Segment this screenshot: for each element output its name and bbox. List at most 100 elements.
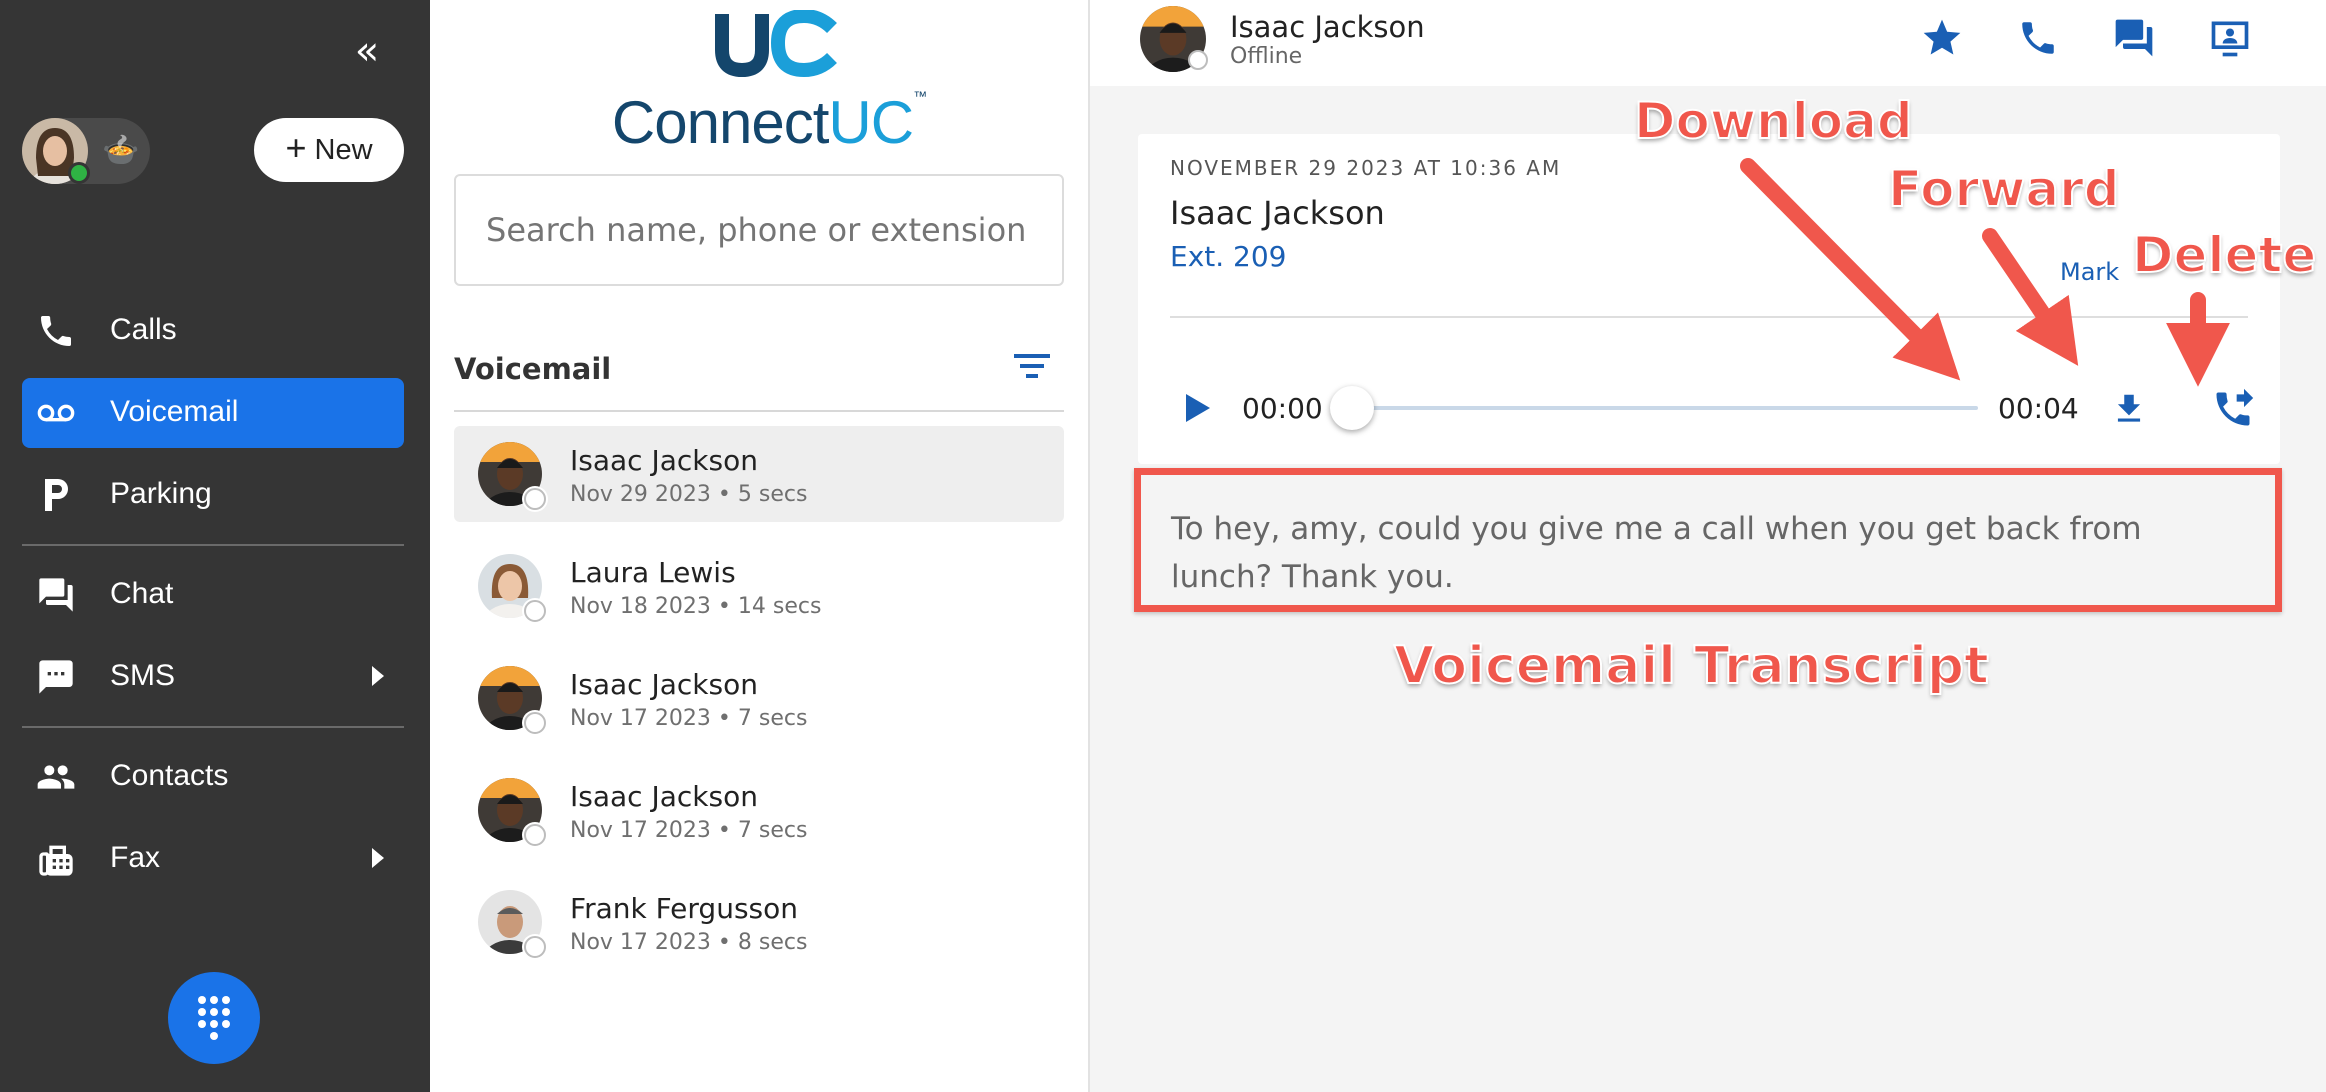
list-item[interactable]: Laura Lewis Nov 18 2023 • 14 secs — [454, 538, 1064, 634]
sidebar-item-label: Parking — [110, 477, 212, 510]
dialpad-button[interactable] — [168, 972, 260, 1064]
uc-logo-icon — [715, 8, 837, 78]
presence-status-dot — [524, 824, 546, 846]
annotation-download: Download — [1633, 91, 1914, 151]
screen-share-icon — [2211, 21, 2249, 57]
parking-icon — [36, 475, 76, 515]
brand-name-left: Connect — [611, 89, 829, 156]
presence-status-dot — [524, 712, 546, 734]
mark-button[interactable]: Mark — [2060, 258, 2119, 286]
submenu-arrow-icon — [372, 666, 384, 686]
brand-name-right: UC — [828, 89, 914, 156]
forward-button[interactable] — [2208, 384, 2258, 434]
voicemail-icon — [36, 393, 76, 433]
call-button[interactable] — [2012, 14, 2064, 62]
sidebar-item-parking[interactable]: Parking — [22, 460, 404, 530]
list-divider — [454, 410, 1064, 412]
brand-logo: ConnectUC™ — [604, 8, 934, 156]
sidebar-item-label: Fax — [110, 841, 161, 874]
submenu-arrow-icon — [372, 848, 384, 868]
sidebar-item-label: Contacts — [110, 759, 229, 792]
voicemail-list-panel: ConnectUC™ Voicemail Isaac Jackson Nov 2… — [430, 0, 1090, 1092]
list-item[interactable]: Isaac Jackson Nov 17 2023 • 7 secs — [454, 762, 1064, 858]
download-icon — [2117, 394, 2141, 422]
trademark-mark: ™ — [913, 88, 927, 104]
list-item-name: Isaac Jackson — [570, 444, 758, 477]
list-item-meta: Nov 17 2023 • 8 secs — [570, 930, 808, 955]
delete-button[interactable] — [2312, 384, 2326, 434]
presence-status-dot — [524, 488, 546, 510]
voicemail-extension-link[interactable]: Ext. 209 — [1170, 240, 1286, 273]
current-time: 00:00 — [1242, 392, 1323, 425]
chat-button[interactable] — [2108, 14, 2160, 62]
list-item-meta: Nov 17 2023 • 7 secs — [570, 818, 808, 843]
voicemail-datetime: NOVEMBER 29 2023 AT 10:36 AM — [1170, 156, 1562, 180]
list-item-name: Isaac Jackson — [570, 668, 758, 701]
sidebar-item-calls[interactable]: Calls — [22, 296, 404, 366]
voicemail-caller: Isaac Jackson — [1170, 194, 1385, 232]
sidebar-item-voicemail[interactable]: Voicemail — [22, 378, 404, 448]
contact-name: Isaac Jackson — [1230, 10, 1425, 44]
search-input[interactable] — [454, 174, 1064, 286]
transcript-text: To hey, amy, could you give me a call wh… — [1171, 511, 2142, 595]
play-icon[interactable] — [1176, 388, 1216, 428]
seek-track[interactable] — [1350, 406, 1978, 410]
list-item[interactable]: Frank Fergusson Nov 17 2023 • 8 secs — [454, 874, 1064, 970]
new-button-label: New — [314, 133, 373, 166]
list-item-meta: Nov 29 2023 • 5 secs — [570, 482, 808, 507]
sidebar-item-sms[interactable]: SMS — [22, 642, 404, 712]
presence-status-dot — [1188, 50, 1208, 70]
user-status-pill[interactable]: 🍲 — [22, 118, 150, 184]
sidebar-item-label: SMS — [110, 659, 176, 692]
screen-share-button[interactable] — [2204, 14, 2256, 62]
chat-icon — [36, 575, 76, 615]
presence-status-dot — [524, 600, 546, 622]
sms-icon — [36, 657, 76, 697]
delete-icon — [2319, 388, 2326, 430]
sidebar-item-label: Calls — [110, 313, 177, 346]
sidebar: « 🍲 + New Calls Voicemail Parking Chat S… — [0, 0, 430, 1092]
card-divider — [1170, 316, 2248, 318]
contacts-icon — [36, 757, 76, 797]
annotation-delete: Delete — [2131, 225, 2317, 285]
list-item-meta: Nov 18 2023 • 14 secs — [570, 594, 822, 619]
list-title: Voicemail — [454, 352, 612, 386]
presence-text: Offline — [1230, 44, 1303, 69]
sidebar-item-label: Chat — [110, 577, 174, 610]
fax-icon — [36, 839, 76, 879]
new-button[interactable]: + New — [254, 118, 404, 182]
plus-icon: + — [285, 127, 307, 168]
list-item[interactable]: Isaac Jackson Nov 29 2023 • 5 secs — [454, 426, 1064, 522]
list-item[interactable]: Isaac Jackson Nov 17 2023 • 7 secs — [454, 650, 1064, 746]
list-item-name: Laura Lewis — [570, 556, 736, 589]
status-emoji-icon: 🍲 — [102, 133, 140, 168]
star-icon — [1923, 19, 1961, 55]
collapse-sidebar-button[interactable]: « — [344, 31, 384, 72]
forward-icon — [2216, 388, 2254, 426]
nav-divider — [22, 726, 404, 728]
brand-wordmark: ConnectUC™ — [604, 88, 934, 157]
download-button[interactable] — [2104, 384, 2154, 434]
nav-divider — [22, 544, 404, 546]
total-time: 00:04 — [1998, 392, 2079, 425]
phone-icon — [2022, 22, 2054, 54]
sidebar-item-chat[interactable]: Chat — [22, 560, 404, 630]
list-item-meta: Nov 17 2023 • 7 secs — [570, 706, 808, 731]
favorite-button[interactable] — [1916, 14, 1968, 62]
dialpad-icon — [198, 996, 230, 1040]
conversation-header: Isaac Jackson Offline — [1090, 0, 2326, 86]
phone-icon — [36, 311, 76, 351]
seek-thumb[interactable] — [1330, 386, 1374, 430]
online-status-dot — [68, 162, 90, 184]
list-item-name: Isaac Jackson — [570, 780, 758, 813]
presence-status-dot — [524, 936, 546, 958]
voicemail-transcript: To hey, amy, could you give me a call wh… — [1134, 468, 2282, 612]
annotation-voicemail-transcript: Voicemail Transcript — [1393, 635, 1990, 697]
sidebar-item-label: Voicemail — [110, 395, 239, 428]
list-item-name: Frank Fergusson — [570, 892, 798, 925]
filter-icon[interactable] — [1010, 348, 1054, 384]
sidebar-item-fax[interactable]: Fax — [22, 824, 404, 894]
sidebar-item-contacts[interactable]: Contacts — [22, 742, 404, 812]
annotation-forward: Forward — [1887, 159, 2121, 219]
chat-icon — [2115, 19, 2153, 57]
